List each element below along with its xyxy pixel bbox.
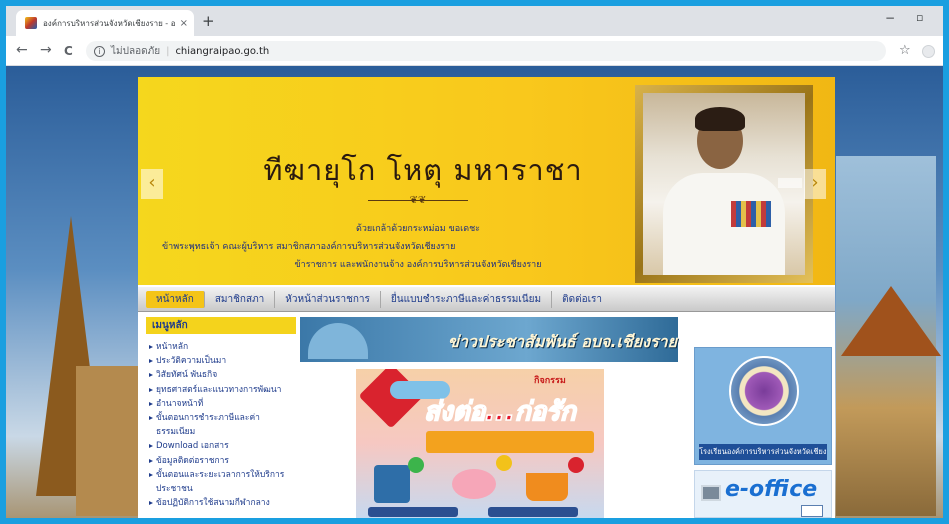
site-container: ‹ ทีฆายุโก โหตุ มหาราชา ❦❦ ด้วยเกล้าด้วย… bbox=[138, 77, 835, 518]
news-title: ข่าวประชาสัมพันธ์ อบจ.เชียงราย bbox=[448, 332, 677, 351]
slide-prev-button[interactable]: ‹ bbox=[141, 169, 163, 199]
school-seal-banner[interactable]: โรงเรียนองค์การบริหารส่วนจังหวัดเชียงราย bbox=[694, 347, 832, 465]
banner-title: ทีฆายุโก โหตุ มหาราชา bbox=[263, 153, 583, 187]
back-button[interactable]: ← bbox=[16, 42, 28, 58]
bookmark-star-icon[interactable]: ☆ bbox=[899, 43, 911, 58]
sidebar-item-download[interactable]: Download เอกสาร bbox=[146, 439, 296, 453]
header-banner: ‹ ทีฆายุโก โหตุ มหาราชา ❦❦ ด้วยเกล้าด้วย… bbox=[138, 77, 835, 285]
site-info-icon[interactable]: i bbox=[94, 45, 105, 57]
poster-caption-right bbox=[488, 507, 578, 517]
poster-caption-left bbox=[368, 507, 458, 517]
coin-icon bbox=[496, 455, 512, 471]
pao-seal-icon bbox=[729, 356, 799, 426]
nav-department-heads[interactable]: หัวหน้าส่วนราชการ bbox=[275, 290, 381, 308]
url-text[interactable]: chiangraipao.go.th bbox=[175, 46, 269, 57]
nav-council-members[interactable]: สมาชิกสภา bbox=[205, 290, 276, 308]
banner-line-1: ด้วยเกล้าด้วยกระหม่อม ขอเดชะ bbox=[355, 224, 481, 234]
restore-button[interactable]: ▫ bbox=[916, 11, 923, 24]
reload-button[interactable]: C bbox=[64, 44, 73, 58]
browser-toolbar: ← → C i ไม่ปลอดภัย | chiangraipao.go.th … bbox=[6, 36, 943, 66]
banner-line-3: ข้าราชการ และพนักงานจ้าง องค์การบริหารส่… bbox=[294, 260, 542, 270]
sidebar-item-home[interactable]: หน้าหลัก bbox=[146, 340, 296, 354]
sidebar-item-authority[interactable]: อำนาจหน้าที่ bbox=[146, 397, 296, 411]
sidebar-menu: เมนูหลัก หน้าหลัก ประวัติความเป็นมา วิสั… bbox=[146, 317, 296, 518]
news-header-decoration bbox=[308, 323, 368, 359]
url-separator: | bbox=[166, 45, 170, 57]
sidebar-item-contact-info[interactable]: ข้อมูลติดต่อราชการ bbox=[146, 454, 296, 468]
portrait-hair bbox=[695, 107, 745, 131]
basket-icon bbox=[526, 473, 568, 501]
sidebar-item-tax-steps[interactable]: ขั้นตอนการชำระภาษีและค่าธรรมเนียม bbox=[146, 411, 296, 439]
tab-strip: องค์การบริหารส่วนจังหวัดเชียงราย - อ... … bbox=[6, 6, 943, 36]
sidebar-item-vision[interactable]: วิสัยทัศน์ พันธกิจ bbox=[146, 368, 296, 382]
profile-avatar[interactable] bbox=[922, 45, 935, 58]
site-favicon-icon bbox=[25, 17, 37, 29]
minimize-button[interactable]: − bbox=[885, 11, 895, 25]
e-office-banner[interactable]: e-office bbox=[694, 470, 832, 518]
poster-subtitle-band bbox=[426, 431, 594, 453]
banner-ornament: ❦❦ bbox=[343, 195, 493, 206]
new-tab-button[interactable]: + bbox=[202, 12, 215, 30]
poster-tag: กิจกรรม bbox=[534, 376, 566, 386]
sidebar-item-service-steps[interactable]: ขั้นตอนและระยะเวลาการให้บริการประชาชน bbox=[146, 468, 296, 496]
check-icon bbox=[408, 457, 424, 473]
school-seal-label: โรงเรียนองค์การบริหารส่วนจังหวัดเชียงราย bbox=[699, 444, 827, 460]
computer-icon bbox=[701, 485, 721, 501]
background-roof-right bbox=[841, 286, 941, 356]
security-status: ไม่ปลอดภัย bbox=[111, 45, 161, 57]
browser-window: องค์การบริหารส่วนจังหวัดเชียงราย - อ... … bbox=[6, 6, 943, 518]
poster-title: ส่งต่อ...ก่อรัก bbox=[423, 396, 576, 428]
bag-icon bbox=[374, 465, 410, 503]
page-viewport: ‹ ทีฆายุโก โหตุ มหาราชา ❦❦ ด้วยเกล้าด้วย… bbox=[6, 66, 943, 518]
tab-close-icon[interactable]: × bbox=[180, 18, 188, 29]
nav-home[interactable]: หน้าหลัก bbox=[146, 290, 205, 308]
cross-icon bbox=[568, 457, 584, 473]
sidebar-heading: เมนูหลัก bbox=[146, 317, 296, 334]
slide-next-button[interactable]: › bbox=[804, 169, 826, 199]
slide-pager[interactable] bbox=[778, 178, 802, 188]
tab-title: องค์การบริหารส่วนจังหวัดเชียงราย - อ... bbox=[43, 18, 176, 28]
nav-contact[interactable]: ติดต่อเรา bbox=[552, 291, 612, 308]
browser-tab[interactable]: องค์การบริหารส่วนจังหวัดเชียงราย - อ... … bbox=[16, 10, 194, 36]
news-header-banner: ข่าวประชาสัมพันธ์ อบจ.เชียงราย bbox=[300, 317, 678, 362]
sidebar-item-strategy[interactable]: ยุทธศาสตร์และแนวทางการพัฒนา bbox=[146, 383, 296, 397]
activity-poster[interactable]: กิจกรรม ส่งต่อ...ก่อรัก bbox=[356, 369, 604, 518]
portrait-medals bbox=[731, 201, 771, 227]
sidebar-item-stadium-rules[interactable]: ข้อปฏิบัติการใช้สนามกีฬากลาง bbox=[146, 496, 296, 510]
e-office-label: e-office bbox=[725, 477, 818, 502]
main-navbar: หน้าหลัก สมาชิกสภา หัวหน้าส่วนราชการ ยื่… bbox=[138, 287, 835, 312]
sidebar-item-history[interactable]: ประวัติความเป็นมา bbox=[146, 354, 296, 368]
piggy-bank-icon bbox=[452, 469, 496, 499]
address-bar[interactable]: i ไม่ปลอดภัย | chiangraipao.go.th bbox=[86, 41, 886, 61]
background-building-left bbox=[76, 366, 146, 516]
envelope-icon bbox=[801, 505, 823, 517]
forward-button[interactable]: → bbox=[40, 42, 52, 58]
nav-tax-payment[interactable]: ยื่นแบบชำระภาษีและค่าธรรมเนียม bbox=[381, 290, 553, 308]
